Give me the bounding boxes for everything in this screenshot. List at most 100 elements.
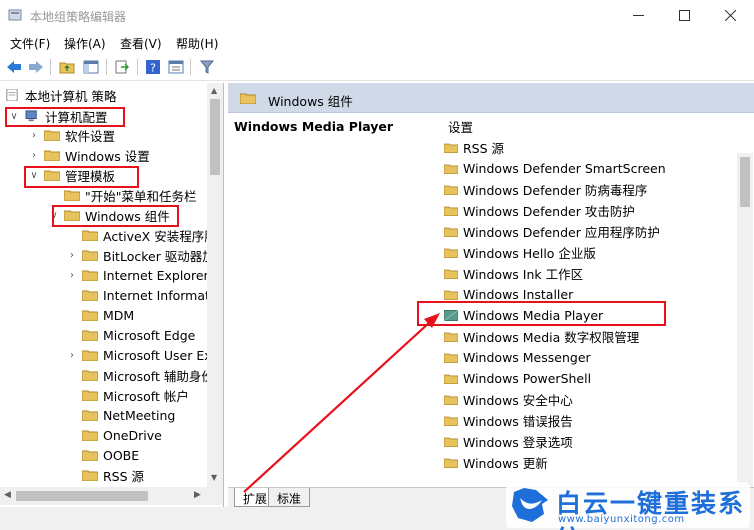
policy-document-icon: [6, 89, 18, 101]
settings-list-item[interactable]: Windows Ink 工作区: [444, 263, 583, 284]
menu-view[interactable]: 查看(V): [120, 35, 162, 52]
tree-pane-icon: [83, 60, 99, 74]
settings-list-item[interactable]: Windows Messenger: [444, 347, 591, 368]
menu-action[interactable]: 操作(A): [64, 35, 106, 52]
tree-root[interactable]: 本地计算机 策略: [4, 85, 116, 105]
settings-item-label: Windows Hello 企业版: [463, 246, 596, 261]
tree-item-component[interactable]: › Internet Explorer: [66, 265, 209, 285]
tree-item-component[interactable]: NetMeeting: [66, 405, 175, 425]
tree-label: ActiveX 安装程序服: [103, 228, 217, 244]
tree-label: Microsoft Edge: [103, 327, 196, 343]
highlight-admin-templates: [24, 166, 139, 188]
folder-icon: [82, 290, 98, 301]
menu-help[interactable]: 帮助(H): [176, 35, 218, 52]
list-scroll-thumb[interactable]: [740, 157, 750, 207]
settings-item-label: Windows 错误报告: [463, 414, 573, 429]
folder-icon: [444, 185, 458, 195]
minimize-button[interactable]: [615, 0, 661, 31]
tree-item-component[interactable]: OOBE: [66, 445, 139, 465]
help-button[interactable]: ?: [144, 58, 162, 76]
close-button[interactable]: [707, 0, 753, 31]
window-title: 本地组策略编辑器: [30, 10, 127, 24]
export-list-button[interactable]: [113, 58, 131, 76]
folder-icon: [82, 350, 98, 361]
content-pane: Windows 组件 Windows Media Player 设置 RSS 源…: [228, 83, 754, 507]
column-header-settings[interactable]: 设置: [448, 117, 473, 136]
chevron-right-icon[interactable]: ›: [28, 150, 40, 161]
folder-icon: [82, 410, 98, 421]
folder-icon: [444, 395, 458, 405]
folder-icon: [82, 470, 98, 481]
tree-item-component[interactable]: Microsoft 辅助身份: [66, 365, 214, 385]
tree-item-start-menu[interactable]: "开始"菜单和任务栏: [48, 185, 197, 205]
properties-button[interactable]: [167, 58, 185, 76]
tree-item-component[interactable]: RSS 源: [66, 465, 144, 485]
scroll-right-arrow-icon[interactable]: ▶: [194, 490, 201, 500]
maximize-button[interactable]: [661, 0, 707, 31]
menu-file[interactable]: 文件(F): [10, 35, 50, 52]
folder-icon: [82, 270, 98, 281]
list-vertical-scrollbar[interactable]: [737, 153, 753, 489]
up-folder-button[interactable]: [58, 58, 76, 76]
settings-list-item[interactable]: Windows 更新: [444, 452, 548, 473]
description-pane: Windows Media Player: [228, 113, 436, 489]
settings-list-item[interactable]: Windows Defender 防病毒程序: [444, 179, 647, 200]
settings-list-item[interactable]: Windows Defender SmartScreen: [444, 158, 666, 179]
menu-bar: 文件(F) 操作(A) 查看(V) 帮助(H): [0, 31, 754, 53]
tree-item-component[interactable]: › Microsoft User Ex: [66, 345, 212, 365]
settings-list-item[interactable]: Windows PowerShell: [444, 368, 591, 389]
tree-label: NetMeeting: [103, 407, 176, 423]
scroll-up-arrow-icon[interactable]: ▲: [211, 86, 217, 95]
folder-icon: [82, 430, 98, 441]
scroll-down-arrow-icon[interactable]: ▼: [211, 473, 217, 482]
highlight-computer-config: [5, 107, 125, 127]
close-icon: [724, 10, 736, 21]
settings-list-item[interactable]: Windows Media 数字权限管理: [444, 326, 639, 347]
up-folder-icon: [59, 62, 75, 74]
folder-icon: [64, 190, 80, 201]
settings-list-item[interactable]: Windows Defender 应用程序防护: [444, 221, 660, 242]
settings-list-item[interactable]: Windows 登录选项: [444, 431, 573, 452]
settings-list-item[interactable]: RSS 源: [444, 137, 504, 158]
maximize-icon: [678, 10, 690, 21]
tree-label: RSS 源: [103, 468, 145, 484]
folder-icon: [82, 230, 98, 241]
folder-icon: [444, 332, 458, 342]
tree-hscroll-thumb[interactable]: [16, 491, 148, 501]
folder-icon: [444, 248, 458, 258]
filter-button[interactable]: [198, 58, 216, 76]
scroll-left-arrow-icon[interactable]: ◀: [4, 490, 11, 500]
properties-icon: [168, 60, 184, 74]
settings-list-item[interactable]: Windows Hello 企业版: [444, 242, 596, 263]
chevron-right-icon[interactable]: ›: [66, 270, 78, 281]
settings-item-label: Windows Defender 防病毒程序: [463, 183, 648, 198]
tree-item-windows-settings[interactable]: › Windows 设置: [28, 145, 150, 165]
chevron-right-icon[interactable]: ›: [28, 130, 40, 141]
settings-list-item[interactable]: Windows 错误报告: [444, 410, 573, 431]
tree-item-software-settings[interactable]: › 软件设置: [28, 125, 115, 145]
settings-list-item[interactable]: Windows 安全中心: [444, 389, 573, 410]
tree-item-component[interactable]: Microsoft 帐户: [66, 385, 189, 405]
forward-button[interactable]: [27, 58, 45, 76]
folder-icon: [444, 269, 458, 279]
tab-standard[interactable]: 标准: [268, 488, 311, 507]
tree-item-component[interactable]: › BitLocker 驱动器加: [66, 245, 215, 265]
back-button[interactable]: [5, 58, 23, 76]
tree-pane: 本地计算机 策略 ∨ 计算机配置 › 软件设置 › Windows 设置 ∨ 管…: [0, 83, 224, 507]
tree-item-component[interactable]: MDM: [66, 305, 134, 325]
tree-item-component[interactable]: Internet Informati: [66, 285, 213, 305]
content-header: Windows 组件: [228, 83, 754, 113]
tree-scroll-thumb[interactable]: [210, 99, 220, 175]
tree-item-component[interactable]: ActiveX 安装程序服: [66, 225, 217, 245]
show-hide-tree-button[interactable]: [82, 58, 100, 76]
tree-horizontal-scrollbar[interactable]: ◀ ▶: [0, 487, 223, 505]
folder-icon: [82, 310, 98, 321]
group-policy-app-icon: [8, 9, 22, 21]
tree-label: Microsoft 辅助身份: [103, 368, 214, 384]
tree-vertical-scrollbar[interactable]: ▲ ▼: [207, 83, 223, 487]
tree-item-component[interactable]: OneDrive: [66, 425, 162, 445]
settings-list-item[interactable]: Windows Defender 攻击防护: [444, 200, 635, 221]
chevron-right-icon[interactable]: ›: [66, 350, 78, 361]
tree-item-component[interactable]: Microsoft Edge: [66, 325, 195, 345]
chevron-right-icon[interactable]: ›: [66, 250, 78, 261]
